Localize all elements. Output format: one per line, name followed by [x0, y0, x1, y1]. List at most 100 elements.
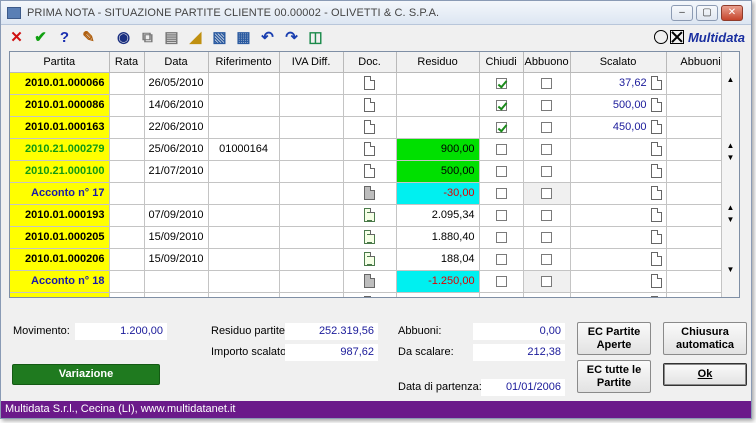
document-icon[interactable] [364, 76, 376, 90]
iva-diff-cell[interactable] [279, 182, 344, 205]
chiudi-cell[interactable] [479, 226, 524, 249]
table-row[interactable]: Acconto n° 17 -30,00 [10, 182, 736, 205]
export-icon[interactable]: ◫ [306, 28, 325, 47]
riferimento-cell[interactable] [208, 182, 280, 205]
rata-cell[interactable] [109, 182, 145, 205]
data-cell[interactable]: 22/06/2010 [144, 116, 209, 139]
data-cell[interactable]: 15/09/2010 [144, 248, 209, 271]
residuo-partite-field[interactable]: 252.319,56 [285, 323, 378, 340]
partita-cell[interactable]: 2010.21.000279 [10, 138, 110, 161]
chiudi-cell[interactable] [479, 116, 524, 139]
scroll-down-icon[interactable]: ▼ [722, 264, 739, 276]
chiudi-checkbox[interactable] [495, 231, 507, 243]
riferimento-cell[interactable] [208, 204, 280, 227]
abbuono-cell[interactable] [523, 292, 571, 297]
partita-cell[interactable]: Acconto n° 17 [10, 182, 110, 205]
column-header[interactable]: Residuo [396, 52, 480, 73]
abbuono-checkbox[interactable] [541, 231, 553, 243]
copy-icon[interactable]: ⧉ [138, 28, 157, 47]
abbuono-checkbox[interactable] [541, 99, 553, 111]
scalato-cell[interactable]: 500,00 [570, 94, 667, 117]
iva-diff-cell[interactable] [279, 292, 344, 297]
doc-cell[interactable] [343, 270, 397, 293]
scalato-document-icon[interactable] [650, 230, 662, 244]
data-cell[interactable]: 15/09/2010 [144, 226, 209, 249]
confirm-icon[interactable]: ✔ [31, 28, 50, 47]
riferimento-cell[interactable] [208, 248, 280, 271]
column-header[interactable]: IVA Diff. [279, 52, 344, 73]
doc-cell[interactable] [343, 116, 397, 139]
riferimento-cell[interactable] [208, 94, 280, 117]
iva-diff-cell[interactable] [279, 204, 344, 227]
partita-cell[interactable]: 2010.01.000206 [10, 248, 110, 271]
table-row[interactable]: 2010.01.000086 14/06/2010 500,00 [10, 94, 736, 117]
rata-cell[interactable] [109, 138, 145, 161]
title-bar[interactable]: PRIMA NOTA - SITUAZIONE PARTITE CLIENTE … [1, 1, 751, 25]
scroll-up-icon[interactable]: ▲ [722, 74, 739, 86]
binoculars-icon[interactable]: ◉ [114, 28, 133, 47]
window-icon[interactable]: ▧ [210, 28, 229, 47]
riferimento-cell[interactable]: 01010107 [208, 292, 280, 297]
variazione-button[interactable]: Variazione [12, 364, 160, 385]
abbuono-cell[interactable] [523, 204, 571, 227]
data-cell[interactable]: 26/05/2010 [144, 72, 209, 95]
doc-cell[interactable] [343, 72, 397, 95]
abbuono-checkbox[interactable] [541, 253, 553, 265]
partita-cell[interactable]: 2010.01.000217 [10, 292, 110, 297]
rata-cell[interactable] [109, 248, 145, 271]
rata-cell[interactable] [109, 72, 145, 95]
iva-diff-cell[interactable] [279, 138, 344, 161]
chiudi-checkbox[interactable] [495, 143, 507, 155]
partita-cell[interactable]: 2010.01.000163 [10, 116, 110, 139]
rata-cell[interactable] [109, 204, 145, 227]
scalato-document-icon[interactable] [650, 296, 662, 297]
data-cell[interactable]: 07/09/2010 [144, 204, 209, 227]
clipboard-icon[interactable] [364, 230, 376, 244]
partita-cell[interactable]: 2010.01.000193 [10, 204, 110, 227]
iva-diff-cell[interactable] [279, 160, 344, 183]
doc-cell[interactable] [343, 182, 397, 205]
riferimento-cell[interactable]: 01000164 [208, 138, 280, 161]
ec-tutte-partite-button[interactable]: EC tutte le Partite [577, 360, 651, 393]
data-cell[interactable]: 14/06/2010 [144, 94, 209, 117]
chiusura-automatica-button[interactable]: Chiusura automatica [663, 322, 747, 355]
chiudi-checkbox[interactable] [495, 209, 507, 221]
document-icon[interactable] [364, 142, 376, 156]
scalato-document-icon[interactable] [650, 164, 662, 178]
rata-cell[interactable] [109, 94, 145, 117]
chiudi-cell[interactable] [479, 138, 524, 161]
abbuono-checkbox[interactable] [541, 165, 553, 177]
scalato-cell[interactable] [570, 138, 667, 161]
scalato-cell[interactable] [570, 270, 667, 293]
data-cell[interactable]: 25/06/2010 [144, 138, 209, 161]
table-row[interactable]: 2010.01.000217 28/10/201001010107 -150,00 [10, 292, 736, 297]
table-row[interactable]: 2010.01.000205 15/09/2010 1.880,40 [10, 226, 736, 249]
scalato-cell[interactable]: 37,62 [570, 72, 667, 95]
scalato-cell[interactable] [570, 160, 667, 183]
rata-cell[interactable] [109, 160, 145, 183]
document-icon[interactable] [364, 296, 376, 297]
chiudi-checkbox[interactable] [495, 253, 507, 265]
cancel-icon[interactable]: ✕ [7, 28, 26, 47]
column-header[interactable]: Chiudi [479, 52, 524, 73]
maximize-button[interactable]: ▢ [696, 5, 718, 21]
column-header[interactable]: Doc. [343, 52, 397, 73]
abbuono-checkbox[interactable] [541, 77, 553, 89]
iva-diff-cell[interactable] [279, 226, 344, 249]
abbuono-cell[interactable] [523, 138, 571, 161]
chiudi-cell[interactable] [479, 292, 524, 297]
ec-partite-aperte-button[interactable]: EC Partite Aperte [577, 322, 651, 355]
abbuono-cell[interactable] [523, 72, 571, 95]
abbuono-cell[interactable] [523, 226, 571, 249]
paste-icon[interactable]: ▤ [162, 28, 181, 47]
column-header[interactable]: Scalato [570, 52, 667, 73]
iva-diff-cell[interactable] [279, 270, 344, 293]
scalato-document-icon[interactable] [650, 76, 662, 90]
scalato-cell[interactable] [570, 182, 667, 205]
data-cell[interactable]: 28/10/2010 [144, 292, 209, 297]
importo-scalato-field[interactable]: 987,62 [285, 344, 378, 361]
doc-cell[interactable] [343, 138, 397, 161]
scalato-document-icon[interactable] [650, 208, 662, 222]
iva-diff-cell[interactable] [279, 94, 344, 117]
doc-cell[interactable] [343, 160, 397, 183]
